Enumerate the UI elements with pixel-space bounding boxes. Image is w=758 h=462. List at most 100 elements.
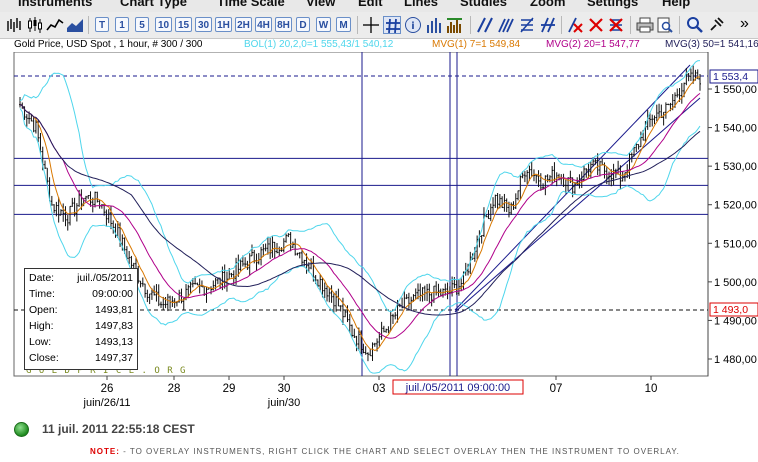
y-tick-label: 1 540,00 (714, 123, 757, 135)
tooltip-value: 1493,13 (95, 336, 133, 348)
studies-icon[interactable] (446, 16, 464, 34)
volume-icon[interactable] (425, 16, 443, 34)
mvg1-value: MVG(1) 7=1 549,84 (432, 39, 521, 50)
period-month-button[interactable]: M (336, 17, 351, 32)
toolbar-separator (561, 16, 562, 34)
menu-studies[interactable]: Studies (460, 0, 507, 9)
menu-settings[interactable]: Settings (587, 0, 638, 9)
mvg2-value: MVG(2) 20=1 547,77 (546, 39, 640, 50)
delete-all-icon[interactable] (607, 16, 625, 34)
delete-line-icon[interactable] (566, 16, 584, 34)
x-tick-label: 28 (168, 383, 181, 395)
note-label: NOTE: (90, 447, 120, 456)
cursor-time-label: juil./05/2011 09:00:00 (405, 382, 510, 394)
toolbar-separator (679, 16, 680, 34)
x-sublabel: juin/26/11 (83, 397, 131, 409)
period-30min-button[interactable]: 30 (195, 17, 212, 32)
note-text: - TO OVERLAY INSTRUMENTS, RIGHT CLICK TH… (119, 447, 680, 456)
y-tick-label: 1 500,00 (714, 277, 757, 289)
line-chart-icon[interactable] (46, 16, 64, 34)
x-sublabel: juin/30 (267, 397, 300, 409)
x-tick-label: 30 (278, 383, 291, 395)
ohlc-tooltip: Date: juil./05/2011 Time: 09:00:00 Open:… (24, 268, 138, 370)
period-5min-button[interactable]: 5 (135, 17, 149, 32)
menu-instruments[interactable]: Instruments (18, 0, 92, 9)
delete-icon[interactable] (587, 16, 605, 34)
tooltip-key: Close: (29, 352, 59, 364)
tooltip-row-high: High: 1497,83 (29, 320, 133, 334)
instrument-label: Gold Price, USD Spot , 1 hour, # 300 / 3… (14, 39, 203, 50)
menu-edit[interactable]: Edit (358, 0, 383, 9)
y-tick-label: 1 510,00 (714, 238, 757, 250)
cursor-price-tag-text: 1 493,0 (713, 304, 748, 316)
period-2h-button[interactable]: 2H (235, 17, 252, 32)
tooltip-row-date: Date: juil./05/2011 (29, 272, 133, 286)
menu-time-scale[interactable]: Time Scale (217, 0, 285, 9)
pin-icon[interactable] (707, 16, 725, 34)
bollinger-value: BOL(1) 20,2,0=1 555,43/1 540,12 (244, 39, 394, 50)
x-tick-label: 26 (101, 383, 114, 395)
tooltip-key: Time: (29, 288, 55, 300)
tooltip-value: 1497,83 (95, 320, 133, 332)
x-tick-label: 10 (645, 383, 658, 395)
menu-zoom[interactable]: Zoom (530, 0, 565, 9)
print-preview-icon[interactable] (656, 16, 674, 34)
menu-chart-type[interactable]: Chart Type (120, 0, 187, 9)
status-timestamp: 11 juil. 2011 22:55:18 CEST (42, 422, 195, 436)
x-tick-label: 29 (223, 383, 236, 395)
fibonacci-icon[interactable] (518, 16, 536, 34)
toolbar-separator (357, 16, 358, 34)
tooltip-row-time: Time: 09:00:00 (29, 288, 133, 302)
tooltip-value: 1493,81 (95, 304, 133, 316)
mvg3-value: MVG(3) 50=1 541,16 (665, 39, 758, 50)
trend-line-icon[interactable] (476, 16, 494, 34)
x-tick-label: 07 (550, 383, 563, 395)
y-tick-label: 1 530,00 (714, 161, 757, 173)
info-icon[interactable]: i (404, 16, 422, 34)
y-tick-label: 1 520,00 (714, 200, 757, 212)
period-8h-button[interactable]: 8H (275, 17, 292, 32)
tooltip-value: juil./05/2011 (77, 272, 133, 284)
toolbar-separator (88, 16, 89, 34)
tooltip-row-open: Open: 1493,81 (29, 304, 133, 318)
period-tick-button[interactable]: T (95, 17, 109, 32)
overlay-note: NOTE: - TO OVERLAY INSTRUMENTS, RIGHT CL… (90, 447, 680, 456)
period-4h-button[interactable]: 4H (255, 17, 272, 32)
tooltip-value: 09:00:00 (92, 288, 133, 300)
tooltip-key: Low: (29, 336, 52, 348)
period-1h-button[interactable]: 1H (215, 17, 232, 32)
zoom-icon[interactable] (686, 16, 704, 34)
period-1min-button[interactable]: 1 (115, 17, 129, 32)
menu-bar: Instruments Chart Type Time Scale View E… (0, 0, 758, 12)
bar-chart-icon[interactable] (6, 16, 24, 34)
x-tick-label: 03 (373, 383, 386, 395)
area-chart-icon[interactable] (66, 16, 84, 34)
period-day-button[interactable]: D (296, 17, 310, 32)
toolbar-separator (470, 16, 471, 34)
toolbar: T 1 5 10 15 30 1H 2H 4H 8H D W M i » (0, 12, 758, 39)
y-tick-label: 1 480,00 (714, 354, 757, 366)
toolbar-overflow-button[interactable]: » (740, 15, 749, 33)
candlestick-icon[interactable] (26, 16, 44, 34)
toolbar-separator (630, 16, 631, 34)
tooltip-row-low: Low: 1493,13 (29, 336, 133, 350)
menu-help[interactable]: Help (662, 0, 690, 9)
crosshair-icon[interactable] (362, 16, 380, 34)
grid-icon[interactable] (383, 16, 401, 34)
menu-view[interactable]: View (306, 0, 335, 9)
period-week-button[interactable]: W (316, 17, 331, 32)
channel-line-icon[interactable] (497, 16, 515, 34)
print-icon[interactable] (636, 16, 654, 34)
svg-text:i: i (411, 21, 414, 32)
y-tick-label: 1 550,00 (714, 84, 757, 96)
period-15min-button[interactable]: 15 (175, 17, 192, 32)
menu-lines[interactable]: Lines (404, 0, 438, 9)
tooltip-key: High: (29, 320, 54, 332)
parallel-lines-icon[interactable] (539, 16, 557, 34)
tooltip-row-close: Close: 1497,37 (29, 352, 133, 366)
y-tick-label: 1 490,00 (714, 315, 757, 327)
tooltip-value: 1497,37 (95, 352, 133, 364)
tooltip-key: Open: (29, 304, 58, 316)
connection-status-icon (14, 422, 29, 437)
period-10min-button[interactable]: 10 (155, 17, 172, 32)
